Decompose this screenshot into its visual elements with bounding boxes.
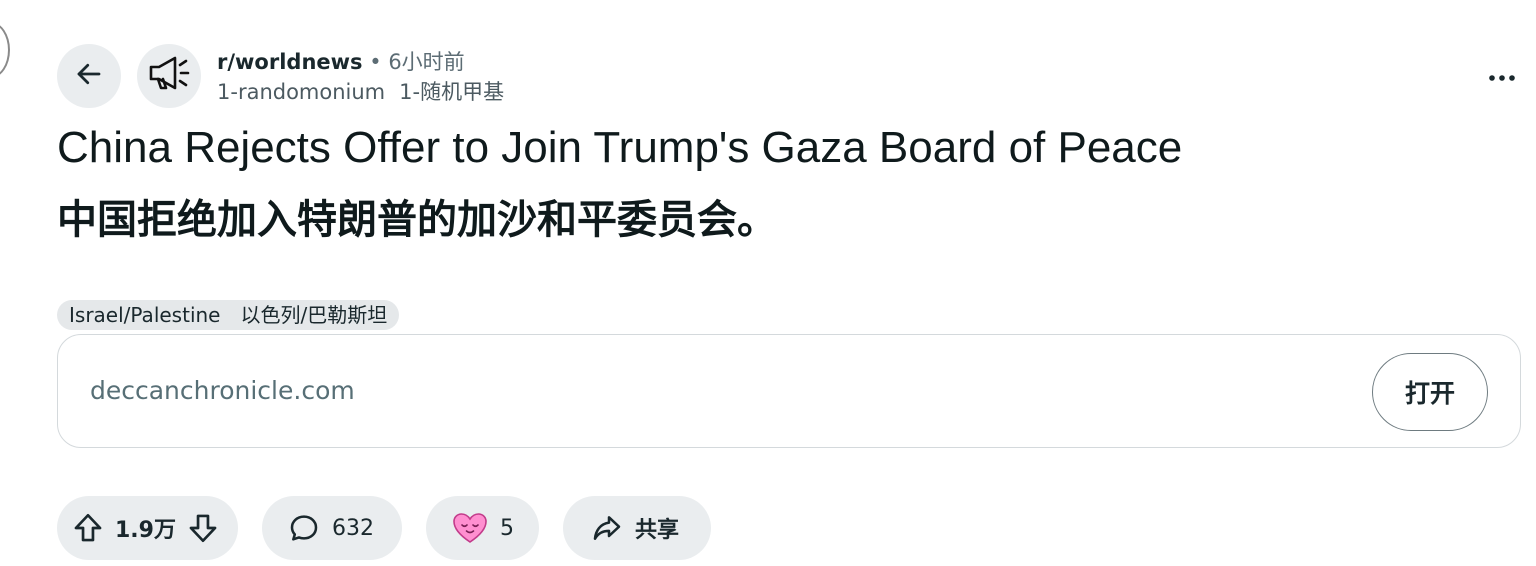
flair-label-translated: 以色列/巴勒斯坦 — [240, 303, 388, 327]
vote-control: 1.9万 — [57, 496, 238, 560]
award-count: 5 — [500, 515, 514, 541]
share-label: 共享 — [635, 518, 680, 543]
post-action-bar: 1.9万 632 5 共享 — [57, 496, 757, 560]
speech-bubble-icon — [288, 512, 320, 544]
subreddit-name[interactable]: r/worldnews — [217, 50, 363, 74]
arrow-up-icon[interactable] — [71, 511, 105, 545]
post-header: r/worldnews • 6小时前 1-randomonium 1-随机甲基 — [57, 44, 1522, 108]
partial-edge-circle — [0, 22, 10, 78]
comment-count: 632 — [332, 515, 374, 541]
arrow-left-icon — [74, 59, 104, 93]
award-button[interactable]: 5 — [426, 496, 539, 560]
meta-separator: • — [369, 50, 382, 74]
vote-count: 1.9万 — [115, 518, 176, 543]
post-title-translated: 中国拒绝加入特朗普的加沙和平委员会。 — [57, 197, 777, 243]
flair-label: Israel/Palestine — [69, 303, 221, 327]
post-title: China Rejects Offer to Join Trump's Gaza… — [57, 123, 1183, 172]
comments-button[interactable]: 632 — [262, 496, 402, 560]
link-domain: deccanchronicle.com — [90, 376, 355, 405]
arrow-down-icon[interactable] — [186, 511, 220, 545]
ellipsis-icon — [1488, 67, 1516, 86]
author-name[interactable]: 1-randomonium — [217, 80, 385, 104]
subreddit-avatar[interactable] — [137, 44, 201, 108]
post-meta: r/worldnews • 6小时前 1-randomonium 1-随机甲基 — [217, 48, 504, 106]
post-time: 6小时前 — [388, 50, 465, 74]
share-button[interactable]: 共享 — [563, 496, 711, 560]
more-options-button[interactable] — [1482, 56, 1522, 96]
author-name-translated: 1-随机甲基 — [399, 80, 505, 104]
share-arrow-icon — [591, 512, 623, 544]
open-link-button[interactable]: 打开 — [1372, 353, 1488, 431]
heart-face-icon — [452, 512, 488, 544]
megaphone-icon — [146, 53, 192, 99]
link-preview-card[interactable]: deccanchronicle.com 打开 — [57, 334, 1521, 448]
back-button[interactable] — [57, 44, 121, 108]
post-flair[interactable]: Israel/Palestine 以色列/巴勒斯坦 — [57, 300, 400, 330]
